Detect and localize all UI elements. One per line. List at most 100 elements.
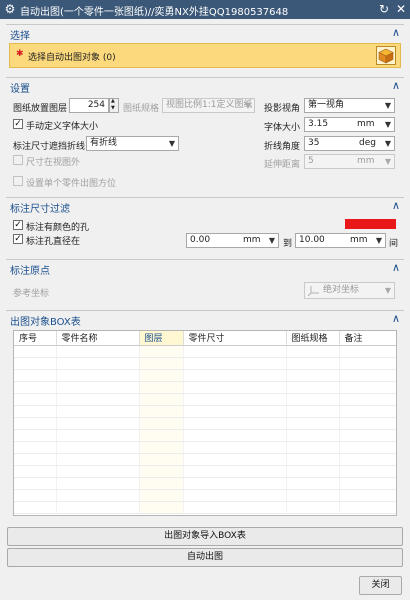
section-filter-title: 标注尺寸过滤 (10, 204, 70, 215)
collapse-chevron-icon[interactable]: ∧ (392, 312, 400, 325)
table-cell (339, 393, 396, 406)
table-row[interactable] (14, 465, 396, 478)
table-row[interactable] (14, 405, 396, 418)
gear-icon[interactable]: ⚙ (3, 2, 17, 16)
table-cell (183, 465, 287, 478)
table-cell (56, 381, 140, 394)
col-header[interactable]: 序号 (14, 331, 57, 346)
leader-select[interactable]: 有折线 ▼ (86, 136, 179, 151)
projection-select[interactable]: 第一视角 ▼ (304, 98, 395, 113)
col-header[interactable]: 零件名称 (56, 331, 140, 346)
projection-value: 第一视角 (308, 100, 345, 110)
angle-field[interactable]: 35 deg ▼ (304, 136, 395, 151)
spin-up-icon[interactable]: ▲ (111, 98, 115, 104)
table-cell (56, 357, 140, 370)
table-cell (339, 405, 396, 418)
table-cell (339, 477, 396, 490)
font-size-field[interactable]: 3.15 mm ▼ (304, 117, 395, 132)
table-row[interactable] (14, 393, 396, 406)
chevron-down-icon: ▼ (244, 101, 251, 110)
layer-input[interactable]: 254 (69, 98, 109, 113)
table-cell (339, 345, 396, 358)
table-cell (14, 501, 57, 514)
table-cell (286, 393, 340, 406)
color-swatch[interactable] (345, 219, 396, 229)
collapse-chevron-icon[interactable]: ∧ (392, 199, 400, 212)
hole-max-field[interactable]: 10.00 mm ▼ (295, 233, 386, 248)
hole-min-value: 0.00 (190, 235, 211, 245)
table-cell (56, 501, 140, 514)
box-table[interactable]: 序号 零件名称 图层 零件尺寸 图纸规格 备注 (13, 330, 397, 516)
table-cell (339, 369, 396, 382)
single-part-label: 设置单个零件出图方位 (26, 179, 117, 189)
hole-min-field[interactable]: 0.00 mm ▼ (186, 233, 279, 248)
section-settings-title: 设置 (10, 84, 30, 95)
table-cell (339, 381, 396, 394)
col-header[interactable]: 零件尺寸 (183, 331, 287, 346)
table-row[interactable] (14, 369, 396, 382)
spin-down-icon[interactable]: ▼ (111, 105, 115, 111)
select-object-row[interactable]: ✱ 选择自动出图对象 (0) (9, 43, 401, 68)
import-box-button[interactable]: 出图对象导入BOX表 (7, 527, 403, 546)
col-header[interactable]: 图纸规格 (286, 331, 340, 346)
collapse-chevron-icon[interactable]: ∧ (392, 261, 400, 274)
refresh-icon[interactable]: ↻ (377, 2, 391, 16)
section-box-header[interactable]: 出图对象BOX表 ∧ (6, 310, 404, 328)
table-cell (286, 453, 340, 466)
auto-drawing-button[interactable]: 自动出图 (7, 548, 403, 567)
table-cell (286, 489, 340, 502)
layer-spinner[interactable]: ▲ ▼ (109, 98, 119, 113)
table-cell (286, 441, 340, 454)
section-select-header[interactable]: 选择 ∧ (6, 24, 404, 42)
table-row[interactable] (14, 429, 396, 442)
table-cell (183, 417, 287, 430)
select-object-label: 选择自动出图对象 (0) (28, 53, 116, 63)
manual-font-checkbox[interactable]: ✓ (13, 119, 23, 129)
table-row[interactable] (14, 345, 396, 358)
table-cell (139, 405, 184, 418)
collapse-chevron-icon[interactable]: ∧ (392, 79, 400, 92)
table-cell (339, 465, 396, 478)
hole-max-value: 10.00 (299, 235, 325, 245)
table-row[interactable] (14, 489, 396, 502)
sheet-spec-select: 视图比例1:1定义图纸 ▼ (162, 98, 255, 113)
table-cell (139, 429, 184, 442)
hole-min-unit: mm (243, 235, 261, 245)
font-size-value: 3.15 (308, 119, 329, 129)
table-cell (339, 417, 396, 430)
table-row[interactable] (14, 501, 396, 514)
collapse-chevron-icon[interactable]: ∧ (392, 26, 400, 39)
table-cell (286, 357, 340, 370)
table-row[interactable] (14, 417, 396, 430)
table-cell (183, 393, 287, 406)
cube-icon[interactable] (376, 46, 396, 65)
close-button[interactable]: 关闭 (359, 576, 402, 595)
close-icon[interactable]: ✕ (394, 2, 408, 16)
col-header-sorted[interactable]: 图层 (139, 331, 184, 346)
table-row[interactable] (14, 381, 396, 394)
table-row[interactable] (14, 441, 396, 454)
table-cell (14, 429, 57, 442)
table-cell (56, 417, 140, 430)
table-cell (56, 369, 140, 382)
table-cell (14, 405, 57, 418)
table-row[interactable] (14, 477, 396, 490)
table-row[interactable] (14, 453, 396, 466)
extend-value: 5 (308, 156, 314, 166)
table-cell (339, 429, 396, 442)
colored-hole-checkbox[interactable]: ✓ (13, 220, 23, 230)
section-filter-header[interactable]: 标注尺寸过滤 ∧ (6, 197, 404, 215)
single-part-checkbox (13, 176, 23, 186)
hole-dia-checkbox[interactable]: ✓ (13, 234, 23, 244)
section-box-title: 出图对象BOX表 (10, 317, 81, 328)
section-settings-header[interactable]: 设置 ∧ (6, 77, 404, 95)
table-row[interactable] (14, 357, 396, 370)
outside-view-label: 尺寸在视图外 (26, 158, 81, 168)
table-cell (139, 417, 184, 430)
required-mark: ✱ (16, 49, 24, 59)
section-origin-header[interactable]: 标注原点 ∧ (6, 259, 404, 277)
table-cell (14, 357, 57, 370)
col-header[interactable]: 备注 (339, 331, 396, 346)
table-cell (183, 405, 287, 418)
table-cell (139, 489, 184, 502)
